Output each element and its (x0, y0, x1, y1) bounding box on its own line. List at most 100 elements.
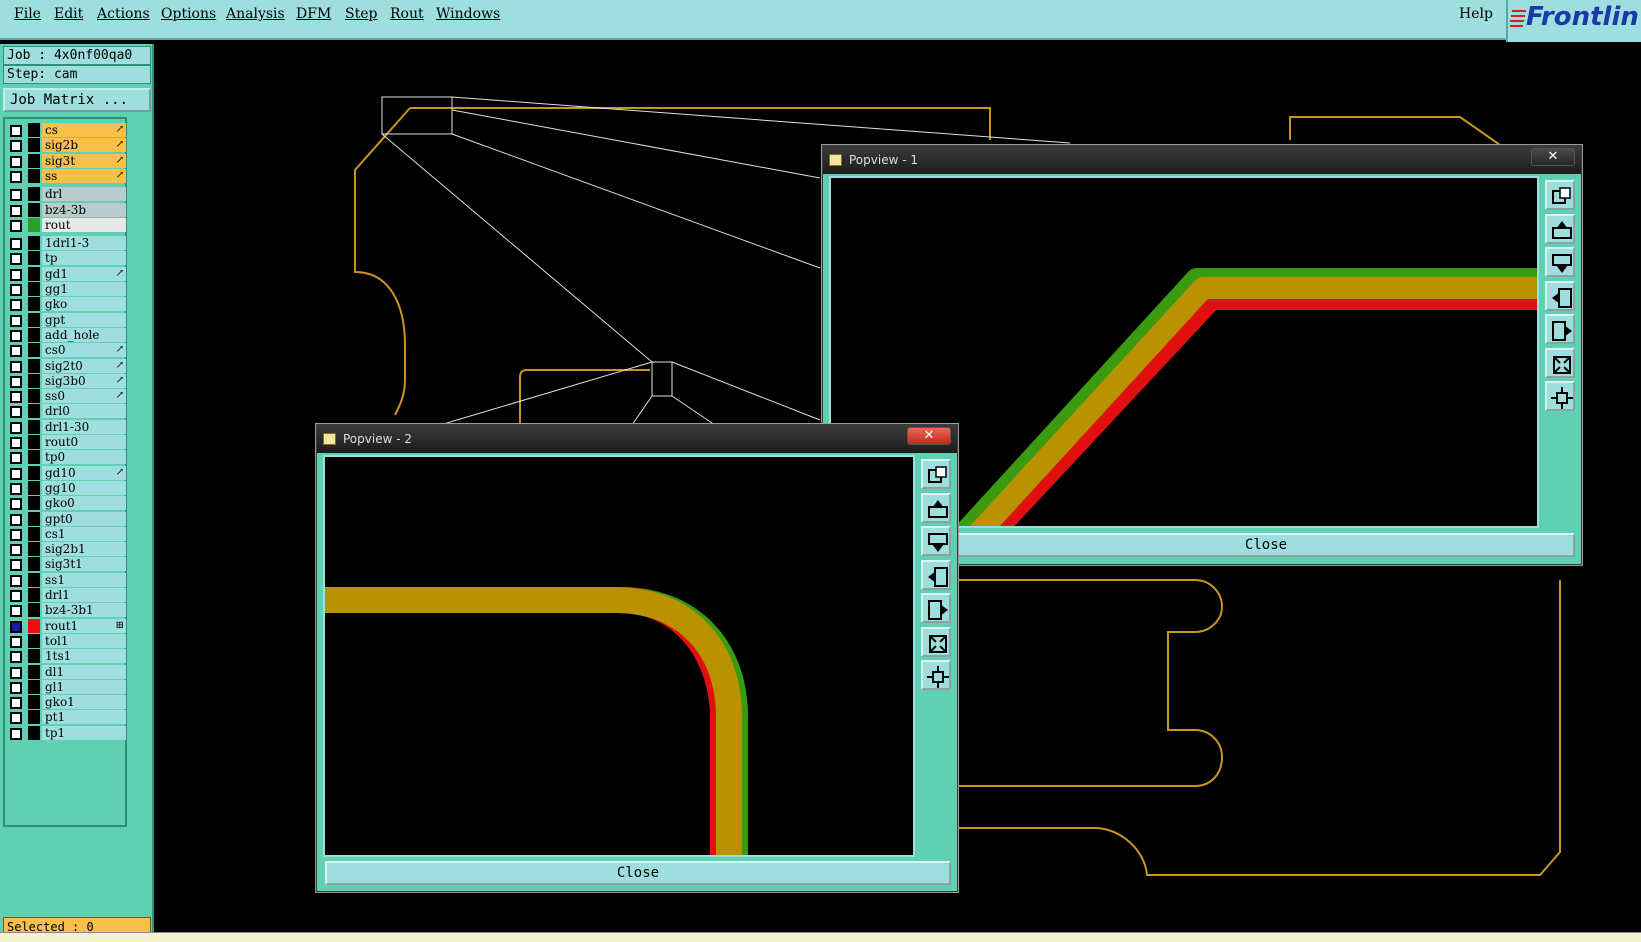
menu-dfm[interactable]: DFM (296, 6, 331, 22)
layer-name[interactable]: cs ↗ (42, 123, 126, 137)
layer-row-bz4-3b1[interactable]: bz4-3b1 (7, 603, 126, 618)
layer-row-gl1[interactable]: gl1 (7, 679, 126, 694)
layer-color-swatch[interactable] (28, 435, 40, 449)
layer-name[interactable]: gko (42, 297, 126, 312)
layer-color-swatch[interactable] (28, 404, 40, 419)
popview-1-close-icon[interactable]: ✕ (1531, 148, 1575, 166)
layer-color-swatch[interactable] (28, 297, 40, 312)
layer-color-swatch[interactable] (28, 312, 40, 327)
layer-name[interactable]: 1drl1-3 (42, 236, 126, 251)
layer-name[interactable]: dl1 (42, 664, 126, 679)
layer-checkbox[interactable] (10, 651, 22, 664)
layer-checkbox[interactable] (10, 681, 22, 694)
layer-color-swatch[interactable] (28, 358, 40, 373)
layer-color-swatch[interactable] (28, 572, 40, 587)
layer-row-drl[interactable]: drl (7, 187, 126, 202)
layer-name[interactable]: drl (42, 187, 126, 202)
menu-step[interactable]: Step (345, 6, 377, 22)
layer-checkbox[interactable] (10, 219, 22, 232)
layer-color-swatch[interactable] (28, 327, 40, 342)
layer-name[interactable]: rout (42, 217, 126, 232)
layer-checkbox[interactable] (10, 204, 22, 217)
layer-row-drl1[interactable]: drl1 (7, 588, 126, 602)
layer-color-swatch[interactable] (28, 710, 40, 725)
pan-down-button[interactable] (1545, 247, 1575, 277)
popview-1-titlebar[interactable]: Popview - 1 ✕ (823, 146, 1581, 174)
layer-color-swatch[interactable] (28, 343, 40, 358)
layer-name[interactable]: cs0 ↗ (42, 343, 126, 358)
layer-checkbox[interactable] (10, 666, 22, 679)
layer-color-swatch[interactable] (28, 618, 40, 633)
layer-color-swatch[interactable] (28, 633, 40, 648)
layer-name[interactable]: drl0 (42, 404, 126, 419)
layer-row-gpt0[interactable]: gpt0 (7, 511, 126, 526)
layer-name[interactable]: gko0 (42, 496, 126, 511)
zoom-fit-button[interactable] (1545, 180, 1575, 210)
pan-up-button[interactable] (921, 492, 951, 523)
layer-row-tp1[interactable]: tp1 (7, 725, 126, 740)
layer-checkbox[interactable] (10, 421, 22, 434)
layer-name[interactable]: sig2t0 ↗ (42, 358, 126, 373)
job-matrix-button[interactable]: Job Matrix ... (3, 88, 151, 112)
layer-name[interactable]: rout1 ⊞ (42, 618, 126, 633)
popview-2-view[interactable] (323, 455, 915, 857)
layer-color-swatch[interactable] (28, 251, 40, 266)
layer-row-sig3t1[interactable]: sig3t1 (7, 557, 126, 572)
layer-color-swatch[interactable] (28, 419, 40, 434)
layer-checkbox[interactable] (10, 620, 22, 633)
menu-edit[interactable]: Edit (54, 6, 83, 22)
layer-row-gd1[interactable]: gd1 ↗ (7, 266, 126, 281)
layer-name[interactable]: sig2b1 (42, 542, 126, 557)
layer-checkbox[interactable] (10, 482, 22, 495)
layer-checkbox[interactable] (10, 170, 22, 183)
layer-name[interactable]: ss ↗ (42, 168, 126, 183)
menu-file[interactable]: File (14, 6, 41, 22)
layer-checkbox[interactable] (10, 345, 22, 358)
layer-row-tp0[interactable]: tp0 (7, 450, 126, 465)
layer-color-swatch[interactable] (28, 679, 40, 694)
layer-checkbox[interactable] (10, 314, 22, 327)
layer-checkbox[interactable] (10, 140, 22, 153)
menu-rout[interactable]: Rout (390, 6, 424, 22)
layer-checkbox[interactable] (10, 559, 22, 572)
layer-name[interactable]: sig3t1 (42, 557, 126, 572)
layer-row-1drl1-3[interactable]: 1drl1-3 (7, 236, 126, 251)
layer-color-swatch[interactable] (28, 542, 40, 557)
layer-checkbox[interactable] (10, 574, 22, 587)
layer-color-swatch[interactable] (28, 168, 40, 183)
layer-checkbox[interactable] (10, 437, 22, 449)
layer-row-sig2b[interactable]: sig2b ↗ (7, 138, 126, 153)
layer-checkbox[interactable] (10, 544, 22, 557)
layer-row-tol1[interactable]: tol1 (7, 633, 126, 648)
layer-checkbox[interactable] (10, 329, 22, 342)
layer-color-swatch[interactable] (28, 282, 40, 296)
layer-checkbox[interactable] (10, 635, 22, 648)
layer-checkbox[interactable] (10, 375, 22, 388)
layer-checkbox[interactable] (10, 360, 22, 373)
layer-name[interactable]: tol1 (42, 633, 126, 648)
layer-color-swatch[interactable] (28, 649, 40, 664)
layer-checkbox[interactable] (10, 467, 22, 480)
layer-row-drl1-30[interactable]: drl1-30 (7, 419, 126, 434)
layer-color-swatch[interactable] (28, 389, 40, 404)
layer-name[interactable]: gpt0 (42, 511, 126, 526)
layer-color-swatch[interactable] (28, 725, 40, 740)
layer-row-cs0[interactable]: cs0 ↗ (7, 343, 126, 358)
layer-name[interactable]: gpt (42, 312, 126, 327)
layer-checkbox[interactable] (10, 605, 22, 618)
layer-checkbox[interactable] (10, 590, 22, 602)
layer-name[interactable]: drl1-30 (42, 419, 126, 434)
popview-2-close-button[interactable]: Close (325, 861, 951, 885)
popview-2-close-icon[interactable]: ✕ (907, 427, 951, 445)
layer-checkbox[interactable] (10, 498, 22, 511)
layer-name[interactable]: sig3b0 ↗ (42, 373, 126, 388)
layer-name[interactable]: add_hole (42, 327, 126, 342)
layer-row-gko1[interactable]: gko1 (7, 695, 126, 710)
layer-checkbox[interactable] (10, 513, 22, 526)
layer-name[interactable]: gg1 (42, 282, 126, 296)
layer-name[interactable]: gg10 (42, 480, 126, 495)
layer-color-swatch[interactable] (28, 526, 40, 541)
zoom-home-button[interactable] (921, 660, 951, 690)
layer-row-sig3b0[interactable]: sig3b0 ↗ (7, 373, 126, 388)
zoom-out-button[interactable] (1545, 347, 1575, 378)
